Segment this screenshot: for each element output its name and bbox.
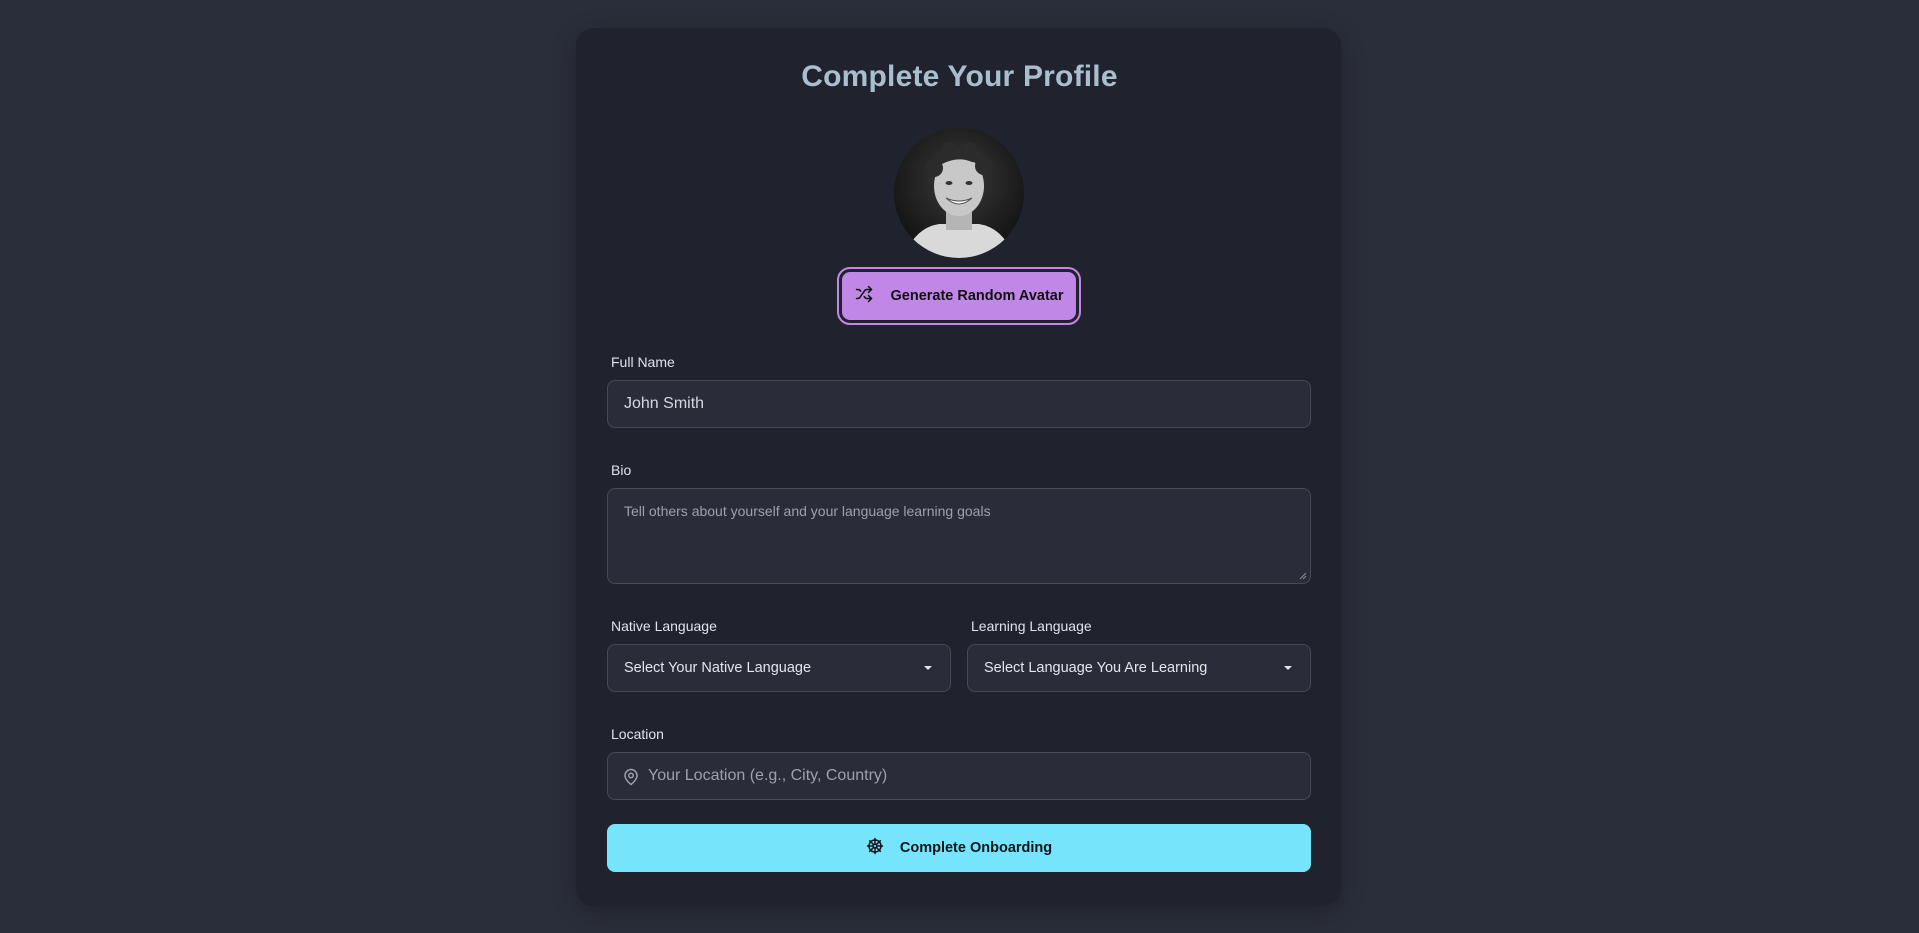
avatar [894, 128, 1024, 258]
full-name-value: John Smith [624, 395, 705, 412]
complete-onboarding-button[interactable]: Complete Onboarding [607, 824, 1311, 872]
learning-language-select[interactable]: Select Language You Are Learning [967, 644, 1311, 692]
location-field[interactable]: Your Location (e.g., City, Country) [607, 752, 1311, 800]
chevron-down-icon [924, 666, 932, 670]
bio-placeholder: Tell others about yourself and your lang… [624, 503, 991, 519]
learning-language-value: Select Language You Are Learning [984, 660, 1208, 676]
bio-label: Bio [611, 462, 632, 478]
page-title: Complete Your Profile [801, 60, 1118, 93]
native-language-value: Select Your Native Language [624, 660, 812, 676]
ship-wheel-icon [866, 837, 884, 859]
complete-onboarding-label: Complete Onboarding [899, 840, 1053, 856]
map-pin-icon [624, 768, 638, 786]
location-label: Location [611, 726, 664, 742]
native-language-select[interactable]: Select Your Native Language [607, 644, 951, 692]
generate-random-avatar-label: Generate Random Avatar [890, 288, 1064, 304]
location-placeholder: Your Location (e.g., City, Country) [648, 767, 888, 784]
shuffle-icon [855, 285, 873, 307]
native-language-label: Native Language [611, 618, 717, 634]
learning-language-label: Learning Language [971, 618, 1092, 634]
bio-textarea[interactable]: Tell others about yourself and your lang… [607, 488, 1311, 584]
full-name-label: Full Name [611, 354, 675, 370]
full-name-field[interactable]: John Smith [607, 380, 1311, 428]
chevron-down-icon [1284, 666, 1292, 670]
page: Complete Your Profile Generate Random Av… [0, 0, 1919, 933]
generate-random-avatar-button[interactable]: Generate Random Avatar [837, 267, 1081, 325]
resize-grip-icon[interactable] [1299, 572, 1307, 580]
